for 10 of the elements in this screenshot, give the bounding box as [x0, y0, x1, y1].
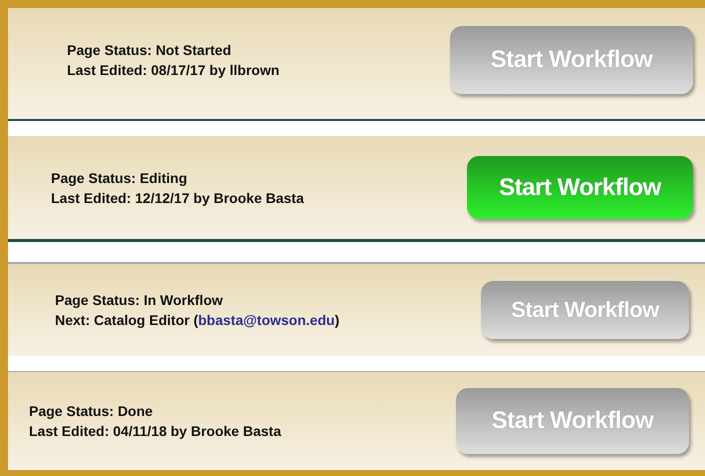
page-status: Page Status: Not Started	[67, 42, 232, 58]
status-detail: Last Edited: 12/12/17 by Brooke Basta	[51, 190, 304, 206]
status-detail: Last Edited: 04/11/18 by Brooke Basta	[29, 423, 282, 439]
status-detail: Next: Catalog Editor (bbasta@towson.edu)	[55, 312, 340, 328]
email-link[interactable]: bbasta@towson.edu	[198, 312, 335, 328]
page-status: Page Status: Editing	[51, 170, 188, 186]
status-detail: Last Edited: 08/17/17 by llbrown	[67, 62, 280, 78]
page-status: Page Status: Done	[29, 403, 154, 419]
page-status: Page Status: In Workflow	[55, 292, 224, 308]
start-workflow-button[interactable]: Start Workflow	[467, 156, 693, 219]
